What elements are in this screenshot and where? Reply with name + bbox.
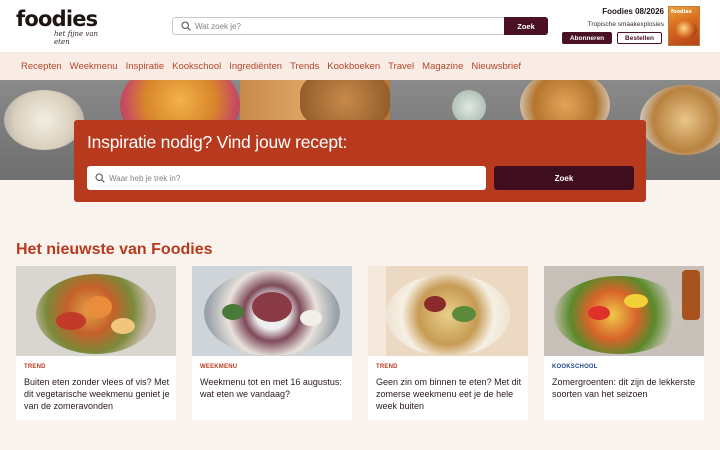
- order-button[interactable]: Bestellen: [617, 32, 662, 44]
- nav-item-kookschool[interactable]: Kookschool: [172, 61, 221, 72]
- card-image-grilled-vegetables[interactable]: [16, 266, 176, 356]
- nav-item-travel[interactable]: Travel: [388, 61, 414, 72]
- magazine-cover-title: foodies: [671, 9, 692, 15]
- hero-plate-right: [640, 85, 720, 155]
- foodies-logo[interactable]: foodies het fijne van eten: [16, 7, 106, 46]
- magazine-title: Foodies 08/2026: [602, 7, 664, 16]
- header-search: Zoek: [172, 17, 548, 35]
- header-search-button[interactable]: Zoek: [504, 17, 548, 35]
- article-card[interactable]: TREND Geen zin om binnen te eten? Met di…: [368, 266, 528, 420]
- card-headline[interactable]: Zomergroenten: dit zijn de lekkerste soo…: [552, 376, 702, 400]
- site-header: foodies het fijne van eten Zoek Foodies …: [0, 0, 720, 52]
- nav-item-magazine[interactable]: Magazine: [422, 61, 463, 72]
- magazine-cover-image[interactable]: foodies: [668, 6, 700, 46]
- search-icon: [95, 173, 105, 183]
- article-card[interactable]: TREND Buiten eten zonder vlees of vis? M…: [16, 266, 176, 420]
- card-tag: TREND: [376, 364, 398, 370]
- card-tag: TREND: [24, 364, 46, 370]
- nav-item-kookboeken[interactable]: Kookboeken: [327, 61, 380, 72]
- card-tag: WEEKMENU: [200, 364, 238, 370]
- article-card[interactable]: KOOKSCHOOL Zomergroenten: dit zijn de le…: [544, 266, 704, 420]
- subscribe-button[interactable]: Abonneren: [562, 32, 612, 44]
- card-image-summer-vegetables[interactable]: [544, 266, 704, 356]
- logo-wordmark: foodies: [16, 7, 98, 31]
- search-icon: [181, 21, 191, 31]
- nav-item-weekmenu[interactable]: Weekmenu: [70, 61, 118, 72]
- card-headline[interactable]: Geen zin om binnen te eten? Met dit zome…: [376, 376, 526, 412]
- section-title: Het nieuwste van Foodies: [16, 241, 213, 258]
- main-nav: Recepten Weekmenu Inspiratie Kookschool …: [0, 52, 720, 80]
- magazine-promo: Foodies 08/2026 Tropische smaakexplosies…: [560, 6, 664, 48]
- card-image-beef-salad[interactable]: [192, 266, 352, 356]
- hero-title: Inspiratie nodig? Vind jouw recept:: [87, 132, 348, 152]
- nav-item-ingredienten[interactable]: Ingrediënten: [229, 61, 282, 72]
- hero-glass: [452, 90, 486, 124]
- magazine-subtitle: Tropische smaakexplosies: [587, 21, 664, 28]
- card-image-pasta-salad[interactable]: [368, 266, 528, 356]
- nav-item-nieuwsbrief[interactable]: Nieuwsbrief: [471, 61, 521, 72]
- magazine-buttons: Abonneren Bestellen: [562, 32, 662, 44]
- card-headline[interactable]: Buiten eten zonder vlees of vis? Met dit…: [24, 376, 174, 412]
- logo-tagline: het fijne van eten: [54, 30, 99, 46]
- nav-item-recepten[interactable]: Recepten: [21, 61, 62, 72]
- hero-search-panel: Inspiratie nodig? Vind jouw recept: Zoek: [74, 120, 646, 202]
- header-search-input[interactable]: [195, 19, 495, 34]
- article-card[interactable]: WEEKMENU Weekmenu tot en met 16 augustus…: [192, 266, 352, 420]
- card-tag: KOOKSCHOOL: [552, 364, 598, 370]
- hero-search-button[interactable]: Zoek: [494, 166, 634, 190]
- hero-search-field: [87, 166, 486, 190]
- nav-item-trends[interactable]: Trends: [290, 61, 319, 72]
- hero-search-input[interactable]: [109, 170, 469, 186]
- nav-item-inspiratie[interactable]: Inspiratie: [126, 61, 165, 72]
- magazine-cover-dish: [675, 21, 697, 39]
- hero-bowl-cream: [4, 90, 84, 150]
- card-headline[interactable]: Weekmenu tot en met 16 augustus: wat ete…: [200, 376, 350, 400]
